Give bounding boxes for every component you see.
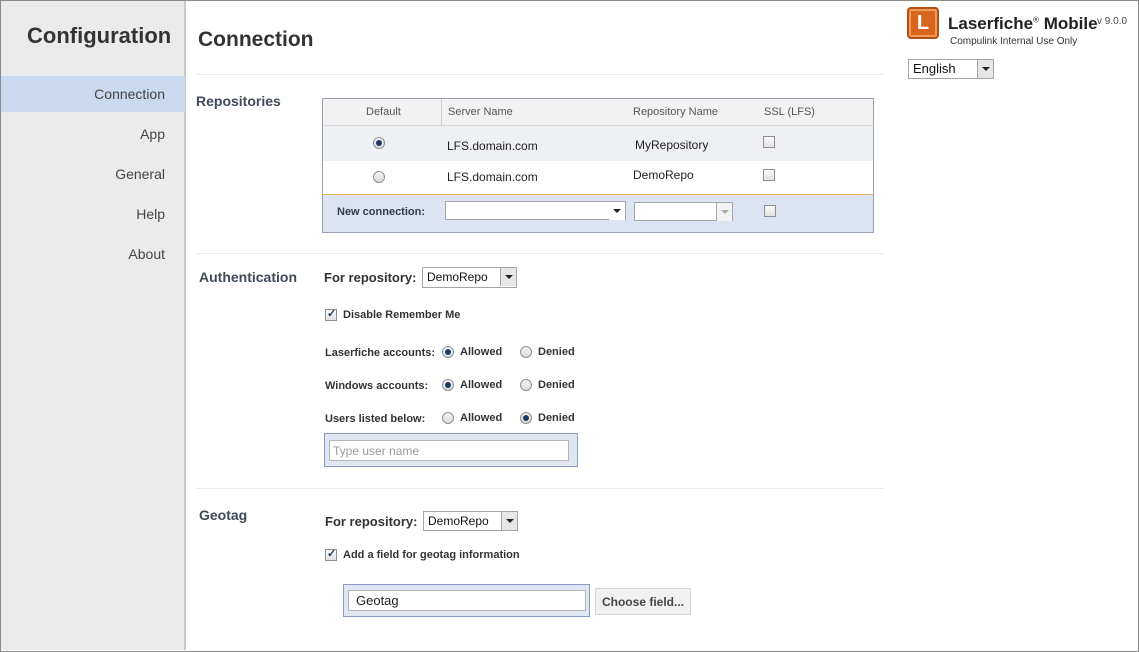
disable-remember-me-checkbox[interactable] (325, 307, 337, 321)
users-denied-label: Denied (538, 412, 575, 424)
windows-allowed-radio[interactable] (442, 379, 454, 391)
sidebar-item-general[interactable]: General (1, 156, 185, 192)
geotag-repository-value: DemoRepo (428, 514, 489, 528)
divider (196, 74, 884, 75)
col-header-server: Server Name (448, 106, 513, 118)
brand-name-text: Laserfiche (948, 14, 1034, 33)
sidebar-title: Configuration (27, 23, 172, 48)
user-name-input[interactable] (329, 440, 569, 461)
disable-remember-me-label: Disable Remember Me (343, 309, 461, 321)
chevron-down-icon (977, 60, 993, 78)
windows-denied-label: Denied (538, 379, 575, 391)
ssl-checkbox[interactable] (763, 169, 775, 181)
new-server-select[interactable] (445, 201, 626, 220)
col-header-repository: Repository Name (633, 106, 718, 118)
sidebar-item-help[interactable]: Help (1, 196, 185, 232)
users-allowed-radio[interactable] (442, 412, 454, 424)
default-radio[interactable] (373, 171, 385, 183)
new-ssl-checkbox[interactable] (764, 205, 776, 217)
repositories-table: Default Server Name Repository Name SSL … (322, 98, 874, 233)
users-denied-radio[interactable] (520, 412, 532, 424)
col-separator (441, 99, 442, 126)
auth-for-repository-label: For repository: (324, 270, 417, 285)
laserfiche-allowed-radio[interactable] (442, 346, 454, 358)
choose-field-button[interactable]: Choose field... (595, 588, 691, 615)
language-select-value: English (913, 61, 956, 76)
new-connection-label: New connection: (337, 206, 426, 218)
sidebar-item-about[interactable]: About (1, 236, 185, 272)
new-repository-select[interactable] (634, 202, 733, 221)
add-geotag-field-checkbox[interactable] (325, 547, 337, 561)
windows-allowed-label: Allowed (460, 379, 503, 391)
table-header: Default Server Name Repository Name SSL … (323, 99, 873, 126)
chevron-down-icon (609, 202, 625, 220)
geotag-label: Geotag (199, 507, 248, 523)
col-header-ssl: SSL (LFS) (764, 106, 815, 118)
laserfiche-denied-label: Denied (538, 346, 575, 358)
sidebar-item-app[interactable]: App (1, 116, 185, 152)
ssl-checkbox[interactable] (763, 136, 775, 148)
laserfiche-allowed-label: Allowed (460, 346, 503, 358)
laserfiche-logo-icon: L (907, 7, 939, 39)
new-connection-row: New connection: (323, 195, 873, 232)
language-select[interactable]: English (908, 59, 994, 79)
server-name-cell: LFS.domain.com (447, 170, 538, 184)
brand-product: Mobile (1043, 14, 1098, 33)
laserfiche-denied-radio[interactable] (520, 346, 532, 358)
col-header-default: Default (366, 106, 401, 118)
brand-name: Laserfiche® Mobile (948, 14, 1098, 34)
brand-version: v 9.0.0 (1097, 16, 1128, 27)
chevron-down-icon (501, 512, 517, 530)
authentication-label: Authentication (199, 269, 297, 285)
auth-repository-select[interactable]: DemoRepo (422, 267, 517, 288)
server-name-cell: LFS.domain.com (447, 139, 538, 153)
trademark-mark: ® (1033, 15, 1039, 25)
sidebar: Configuration Connection App General Hel… (1, 1, 186, 650)
divider (196, 253, 884, 254)
default-radio[interactable] (373, 137, 385, 149)
user-name-panel (324, 433, 578, 467)
add-geotag-field-label: Add a field for geotag information (343, 549, 520, 561)
auth-repository-value: DemoRepo (427, 270, 488, 284)
table-row[interactable]: LFS.domain.com DemoRepo (323, 161, 873, 195)
laserfiche-accounts-label: Laserfiche accounts: (325, 347, 436, 359)
geotag-repository-select[interactable]: DemoRepo (423, 511, 518, 531)
brand-subtitle: Compulink Internal Use Only (950, 36, 1078, 47)
windows-denied-radio[interactable] (520, 379, 532, 391)
repository-name-cell: DemoRepo (633, 168, 694, 182)
geotag-for-repository-label: For repository: (325, 514, 418, 529)
geotag-field-panel (343, 584, 590, 617)
repositories-label: Repositories (196, 93, 281, 109)
chevron-down-icon (500, 268, 516, 286)
sidebar-item-connection[interactable]: Connection (1, 76, 185, 112)
divider (196, 488, 884, 489)
page-title: Connection (198, 28, 314, 51)
repository-name-cell: MyRepository (635, 138, 709, 152)
geotag-field-input[interactable] (348, 590, 586, 611)
users-listed-label: Users listed below: (325, 413, 426, 425)
table-row[interactable]: LFS.domain.com MyRepository (323, 126, 873, 161)
chevron-down-icon (716, 203, 732, 221)
users-allowed-label: Allowed (460, 412, 503, 424)
windows-accounts-label: Windows accounts: (325, 380, 429, 392)
